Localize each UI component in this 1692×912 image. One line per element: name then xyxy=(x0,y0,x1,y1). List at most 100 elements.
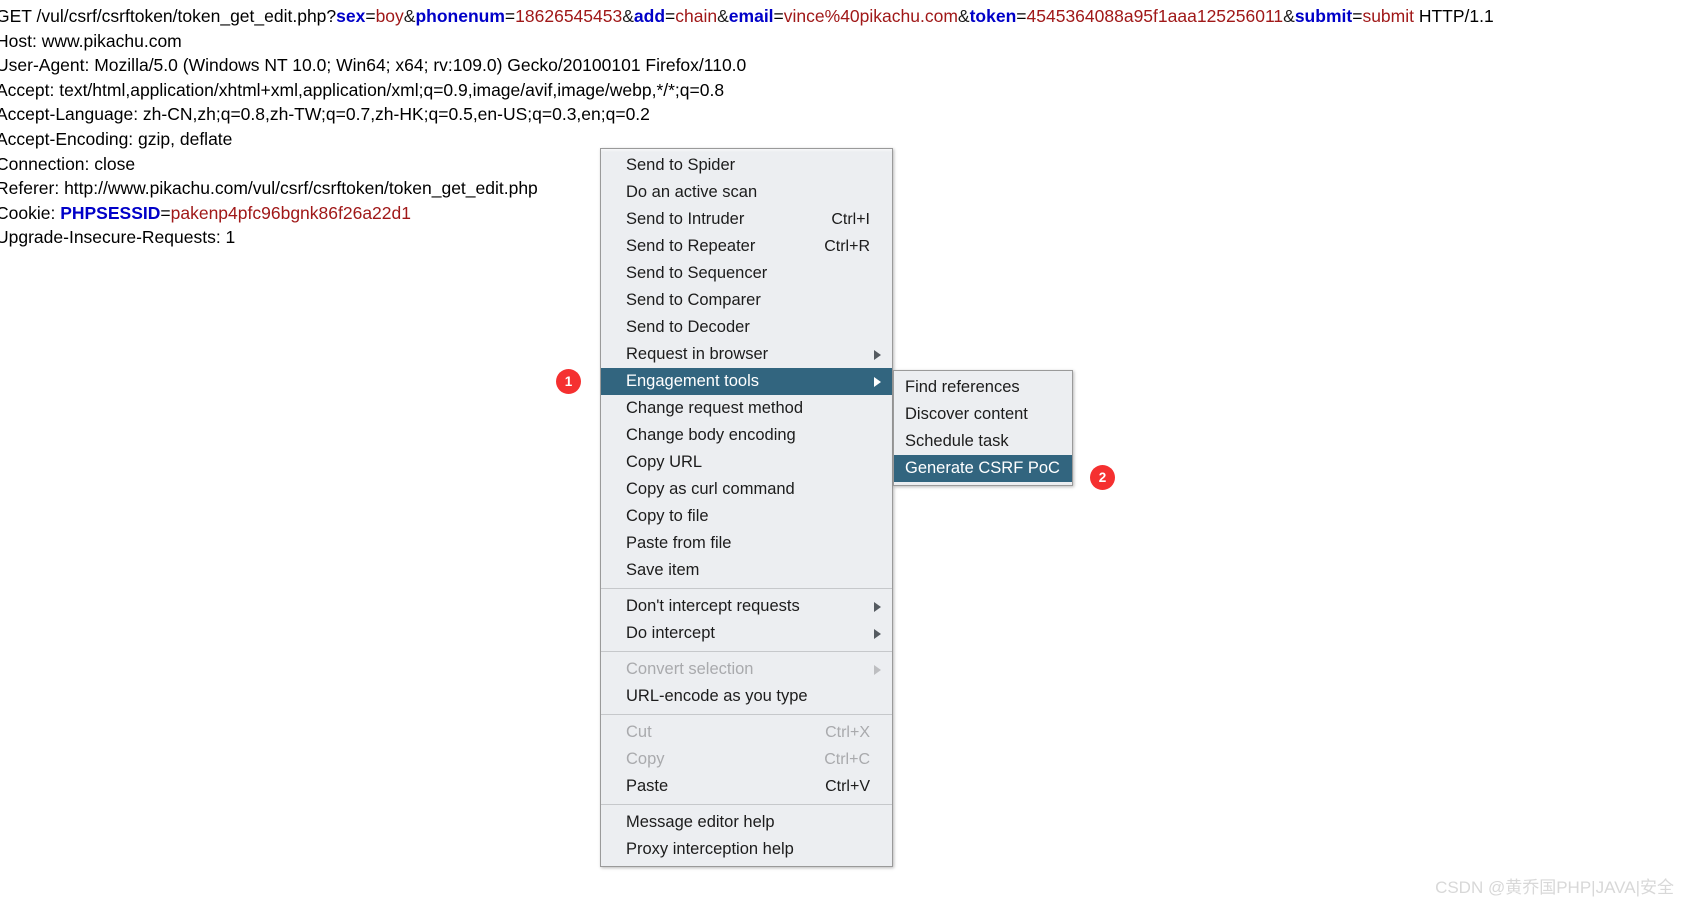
menu-item-send-to-decoder[interactable]: Send to Decoder xyxy=(601,314,892,341)
header-accept-language-seg-0: Accept-Language: zh-CN,zh;q=0.8,zh-TW;q=… xyxy=(0,104,650,125)
menu-item-save-item[interactable]: Save item xyxy=(601,557,892,584)
menu-item-send-to-sequencer[interactable]: Send to Sequencer xyxy=(601,260,892,287)
menu-item-label-discover-content: Discover content xyxy=(905,405,1028,423)
menu-item-url-encode-as-you-type[interactable]: URL-encode as you type xyxy=(601,683,892,710)
request-line-seg-12: & xyxy=(717,6,729,26)
header-user-agent: User-Agent: Mozilla/5.0 (Windows NT 10.0… xyxy=(0,53,1692,78)
menu-item-label-request-in-browser: Request in browser xyxy=(626,345,769,363)
request-line-seg-10: = xyxy=(665,6,676,26)
request-line-seg-3: boy xyxy=(375,6,404,26)
menu-item-message-editor-help[interactable]: Message editor help xyxy=(601,809,892,836)
header-referer-seg-0: Referer: http://www.pikachu.com/vul/csrf… xyxy=(0,178,538,199)
request-line-seg-14: = xyxy=(773,6,784,26)
menu-item-change-request-method[interactable]: Change request method xyxy=(601,395,892,422)
menu-item-copy-url[interactable]: Copy URL xyxy=(601,449,892,476)
header-user-agent-seg-0: User-Agent: Mozilla/5.0 (Windows NT 10.0… xyxy=(0,55,747,76)
header-upgrade-insecure-requests-seg-0: Upgrade-Insecure-Requests: 1 xyxy=(0,227,236,248)
menu-item-label-url-encode-as-you-type: URL-encode as you type xyxy=(626,687,808,705)
menu-item-discover-content[interactable]: Discover content xyxy=(894,401,1072,428)
menu-item-shortcut-send-to-repeater: Ctrl+R xyxy=(824,237,870,255)
menu-item-engagement-tools[interactable]: Engagement tools xyxy=(601,368,892,395)
menu-item-dont-intercept-requests[interactable]: Don't intercept requests xyxy=(601,593,892,620)
menu-item-convert-selection: Convert selection xyxy=(601,656,892,683)
menu-item-send-to-comparer[interactable]: Send to Comparer xyxy=(601,287,892,314)
menu-separator-3 xyxy=(601,714,892,715)
menu-item-label-change-request-method: Change request method xyxy=(626,399,804,417)
menu-item-proxy-interception-help[interactable]: Proxy interception help xyxy=(601,836,892,863)
request-line-seg-11: chain xyxy=(675,6,718,26)
menu-item-schedule-task[interactable]: Schedule task xyxy=(894,428,1072,455)
menu-separator-2 xyxy=(601,651,892,652)
menu-item-label-send-to-intruder: Send to Intruder xyxy=(626,210,745,228)
menu-item-label-send-to-comparer: Send to Comparer xyxy=(626,291,761,309)
chevron-right-icon xyxy=(874,601,881,612)
menu-item-label-convert-selection: Convert selection xyxy=(626,660,754,678)
menu-item-send-to-intruder[interactable]: Send to Intruder Ctrl+I xyxy=(601,206,892,233)
menu-item-shortcut-send-to-intruder: Ctrl+I xyxy=(831,210,870,228)
menu-item-label-save-item: Save item xyxy=(626,561,700,579)
header-accept-seg-0: Accept: text/html,application/xhtml+xml,… xyxy=(0,79,725,100)
request-line-seg-22: = xyxy=(1352,6,1363,26)
watermark: CSDN @黄乔国PHP|JAVA|安全 xyxy=(1435,878,1674,897)
request-line-seg-24: HTTP/1.1 xyxy=(1413,6,1494,26)
burp-request-context-menu[interactable]: Send to Spider Do an active scan Send to I… xyxy=(600,148,893,867)
menu-item-paste[interactable]: Paste Ctrl+V xyxy=(601,773,892,800)
step-badge-1: 1 xyxy=(556,369,581,394)
request-line-seg-23: submit xyxy=(1362,6,1414,26)
menu-item-send-to-repeater[interactable]: Send to Repeater Ctrl+R xyxy=(601,233,892,260)
screen-root: GET /vul/csrf/csrftoken/token_get_edit.p… xyxy=(0,0,1692,912)
menu-item-send-to-spider[interactable]: Send to Spider xyxy=(601,152,892,179)
menu-item-copy-as-curl-command[interactable]: Copy as curl command xyxy=(601,476,892,503)
menu-item-label-send-to-spider: Send to Spider xyxy=(626,156,736,174)
menu-item-label-schedule-task: Schedule task xyxy=(905,432,1009,450)
menu-item-change-body-encoding[interactable]: Change body encoding xyxy=(601,422,892,449)
request-line-seg-0: GET /vul/csrf/csrftoken/token_get_edit.p… xyxy=(0,6,337,26)
request-line-seg-19: 4545364088a95f1aaa125256011 xyxy=(1026,6,1284,26)
menu-item-generate-csrf-poc[interactable]: Generate CSRF PoC xyxy=(894,455,1072,482)
menu-item-shortcut-paste: Ctrl+V xyxy=(825,777,870,795)
menu-item-shortcut-cut: Ctrl+X xyxy=(825,723,870,741)
menu-item-find-references[interactable]: Find references xyxy=(894,374,1072,401)
request-line: GET /vul/csrf/csrftoken/token_get_edit.p… xyxy=(0,4,1692,29)
menu-item-shortcut-copy: Ctrl+C xyxy=(824,750,870,768)
menu-item-label-do-intercept: Do intercept xyxy=(626,624,715,642)
menu-item-request-in-browser[interactable]: Request in browser xyxy=(601,341,892,368)
header-host: Host: www.pikachu.com xyxy=(0,29,1692,54)
menu-separator-1 xyxy=(601,588,892,589)
menu-item-copy-to-file[interactable]: Copy to file xyxy=(601,503,892,530)
engagement-tools-submenu[interactable]: Find references Discover content Schedule … xyxy=(893,370,1073,486)
menu-item-label-change-body-encoding: Change body encoding xyxy=(626,426,796,444)
menu-item-do-an-active-scan[interactable]: Do an active scan xyxy=(601,179,892,206)
chevron-right-icon xyxy=(874,628,881,639)
request-line-seg-1: sex xyxy=(336,6,366,26)
request-line-seg-13: email xyxy=(728,6,774,26)
header-cookie-seg-2: = xyxy=(160,202,171,223)
menu-item-label-paste: Paste xyxy=(626,777,669,795)
menu-item-label-message-editor-help: Message editor help xyxy=(626,813,775,831)
header-cookie-seg-0: Cookie: xyxy=(0,202,61,223)
menu-item-copy: Copy Ctrl+C xyxy=(601,746,892,773)
menu-item-label-copy: Copy xyxy=(626,750,665,768)
request-line-seg-17: token xyxy=(969,6,1017,26)
chevron-right-icon xyxy=(874,349,881,360)
menu-item-label-send-to-sequencer: Send to Sequencer xyxy=(626,264,768,282)
menu-item-label-send-to-repeater: Send to Repeater xyxy=(626,237,756,255)
request-line-seg-16: & xyxy=(957,6,970,26)
header-accept-encoding-seg-0: Accept-Encoding: gzip, deflate xyxy=(0,128,233,149)
header-accept: Accept: text/html,application/xhtml+xml,… xyxy=(0,78,1692,103)
menu-item-label-engagement-tools: Engagement tools xyxy=(626,372,760,390)
header-cookie-seg-1: PHPSESSID xyxy=(60,202,161,223)
menu-item-label-send-to-decoder: Send to Decoder xyxy=(626,318,750,336)
menu-item-do-intercept[interactable]: Do intercept xyxy=(601,620,892,647)
header-cookie-seg-3: pakenp4pfc96bgnk86f26a22d1 xyxy=(170,202,411,223)
menu-item-label-copy-url: Copy URL xyxy=(626,453,703,471)
request-line-seg-20: & xyxy=(1283,6,1295,26)
request-line-seg-7: 18626545453 xyxy=(515,6,623,26)
menu-item-label-find-references: Find references xyxy=(905,378,1020,396)
menu-item-label-do-an-active-scan: Do an active scan xyxy=(626,183,758,201)
menu-item-paste-from-file[interactable]: Paste from file xyxy=(601,530,892,557)
menu-item-label-cut: Cut xyxy=(626,723,652,741)
menu-item-label-generate-csrf-poc: Generate CSRF PoC xyxy=(905,459,1060,477)
request-line-seg-6: = xyxy=(504,6,516,26)
chevron-right-icon xyxy=(874,376,881,387)
